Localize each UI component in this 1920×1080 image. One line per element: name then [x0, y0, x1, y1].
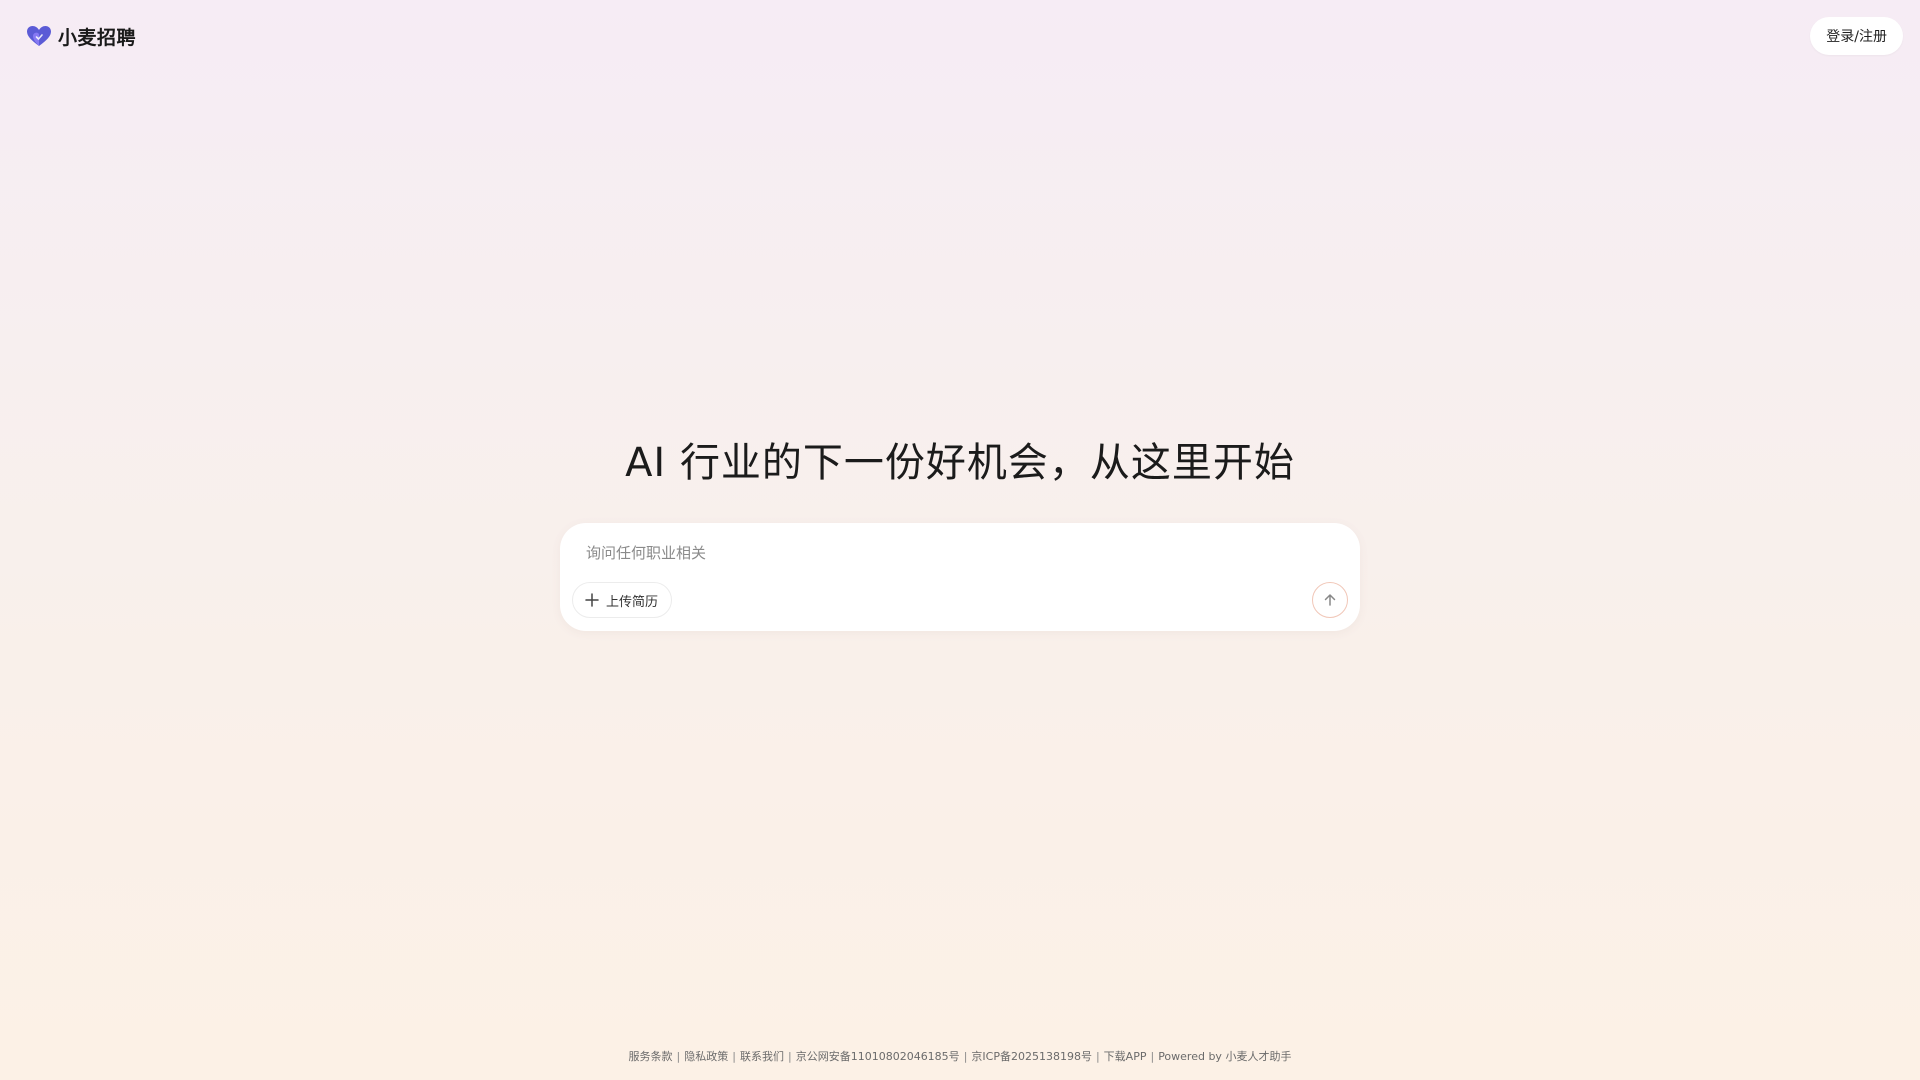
footer-link-terms[interactable]: 服务条款 [629, 1050, 673, 1063]
top-bar: 小麦招聘 登录/注册 [0, 0, 1920, 72]
footer-separator: | [963, 1050, 968, 1063]
plus-icon [584, 592, 600, 608]
arrow-up-icon [1322, 592, 1338, 608]
footer-separator: | [676, 1050, 681, 1063]
footer-separator: | [732, 1050, 736, 1063]
footer-link-police-record[interactable]: 京公网安备11010802046185号 [796, 1050, 960, 1063]
upload-resume-button[interactable]: 上传简历 [572, 582, 673, 618]
footer-link-download-app[interactable]: 下载APP [1104, 1050, 1147, 1063]
footer-link-privacy[interactable]: 隐私政策 [684, 1050, 728, 1063]
footer-powered-by: Powered by 小麦人才助手 [1158, 1050, 1292, 1063]
career-question-input[interactable] [584, 539, 1328, 567]
upload-resume-label: 上传简历 [606, 594, 659, 610]
footer-link-icp-record[interactable]: 京ICP备2025138198号 [971, 1050, 1092, 1063]
footer-separator: | [787, 1050, 792, 1063]
brand-name: 小麦招聘 [58, 26, 137, 49]
hero-title: AI 行业的下一份好机会，从这里开始 [625, 440, 1295, 486]
footer-separator: | [1150, 1050, 1155, 1063]
footer: 服务条款 | 隐私政策 | 联系我们 | 京公网安备11010802046185号 | 京ICP… [0, 1048, 1920, 1064]
login-register-button[interactable]: 登录/注册 [1810, 17, 1903, 55]
chat-box: 上传简历 [560, 523, 1360, 631]
footer-separator: | [1095, 1050, 1100, 1063]
brand[interactable]: 小麦招聘 [26, 22, 136, 50]
send-button[interactable] [1312, 582, 1348, 618]
heart-logo-icon [26, 25, 52, 47]
footer-link-contact[interactable]: 联系我们 [740, 1050, 784, 1063]
